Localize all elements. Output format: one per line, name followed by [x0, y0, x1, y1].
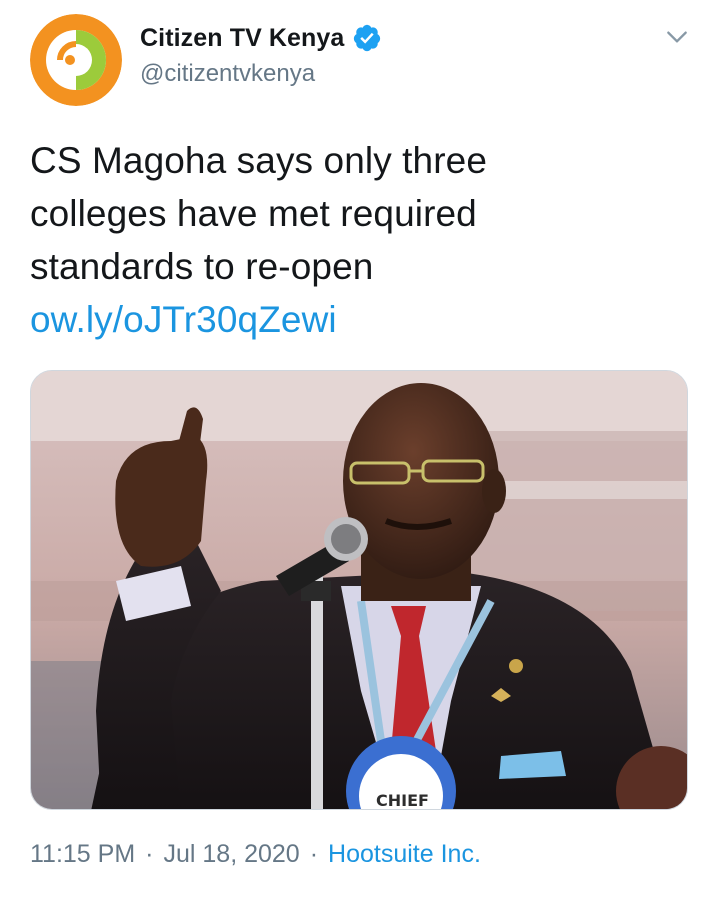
meta-separator: · — [145, 840, 154, 868]
tweet-photo[interactable]: CHIEF — [30, 370, 688, 810]
meta-separator: · — [309, 840, 319, 868]
speaker-photo: CHIEF — [31, 371, 687, 810]
tweet-time[interactable]: 11:15 PM — [30, 840, 135, 869]
tweet-text-line: standards to re-open — [30, 246, 374, 287]
tweet-text-line: colleges have met required — [30, 193, 477, 234]
tweet-text: CS Magoha says only three colleges have … — [30, 134, 670, 346]
display-name[interactable]: Citizen TV Kenya — [140, 24, 344, 53]
name-row: Citizen TV Kenya — [140, 18, 382, 58]
chevron-down-icon[interactable] — [664, 24, 690, 50]
avatar[interactable] — [30, 14, 122, 106]
citizen-tv-logo-icon — [30, 14, 122, 106]
account-info[interactable]: Citizen TV Kenya @citizentvkenya — [140, 18, 382, 88]
tweet-meta: 11:15 PM · Jul 18, 2020 · Hootsuite Inc. — [30, 840, 481, 869]
tweet-source-link[interactable]: Hootsuite Inc. — [328, 840, 481, 869]
tweet-date[interactable]: Jul 18, 2020 — [163, 840, 299, 869]
badge-text: CHIEF — [376, 791, 429, 810]
verified-badge-icon — [352, 23, 382, 53]
tweet-link[interactable]: ow.ly/oJTr30qZewi — [30, 299, 337, 340]
tweet-text-line: CS Magoha says only three — [30, 140, 488, 181]
user-handle[interactable]: @citizentvkenya — [140, 60, 382, 88]
